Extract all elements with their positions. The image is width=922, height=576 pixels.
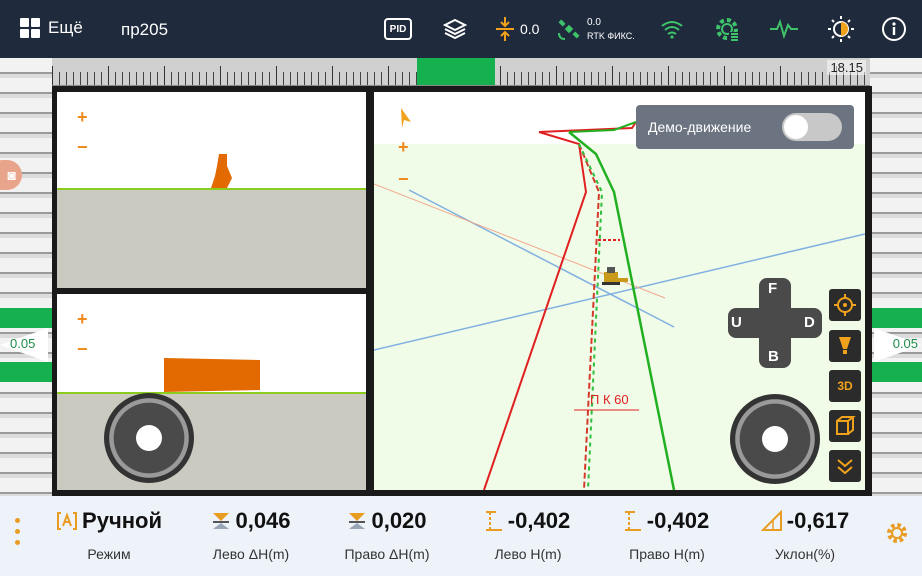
slope-label: Уклон(%) bbox=[774, 546, 836, 562]
more-menu-label: Ещё bbox=[48, 18, 83, 37]
right-joystick[interactable] bbox=[730, 394, 820, 484]
wifi-icon[interactable] bbox=[659, 14, 685, 44]
right-blade-indicator: 0.05 bbox=[870, 308, 922, 382]
dpad-back-button[interactable]: B bbox=[768, 348, 779, 365]
stat-right-dh: 0,020 Право ΔH(m) bbox=[332, 506, 442, 562]
right-h-value: -0,402 bbox=[646, 508, 710, 533]
ruler-value: 18.15 bbox=[827, 60, 866, 75]
mode-label: Режим bbox=[87, 546, 131, 562]
demo-motion-switch[interactable] bbox=[782, 113, 842, 141]
joystick-knob[interactable] bbox=[762, 426, 788, 452]
zoom-in-button[interactable]: + bbox=[77, 108, 88, 126]
light-beam-icon[interactable] bbox=[829, 330, 861, 362]
left-scale-green-upper bbox=[0, 308, 52, 328]
right-delta-height-icon bbox=[347, 511, 367, 531]
grid-menu-icon bbox=[20, 18, 40, 38]
right-height-icon bbox=[624, 510, 643, 532]
right-h-label: Право H(m) bbox=[629, 546, 705, 562]
left-h-label: Лево H(m) bbox=[494, 546, 562, 562]
demo-motion-toggle[interactable]: Демо-движение bbox=[636, 105, 854, 149]
satellite-icon[interactable] bbox=[556, 14, 582, 44]
blade-front-shape bbox=[164, 358, 260, 392]
left-dh-value: 0,046 bbox=[235, 508, 291, 533]
stat-left-dh: 0,046 Лево ΔH(m) bbox=[196, 506, 306, 562]
dpad-up-button[interactable]: U bbox=[731, 314, 742, 331]
more-menu-button[interactable]: Ещё bbox=[20, 18, 83, 38]
project-name[interactable]: пр205 bbox=[121, 20, 168, 40]
stat-slope: -0,617 Уклон(%) bbox=[750, 506, 860, 562]
signal-pulse-icon[interactable] bbox=[769, 14, 799, 44]
locate-target-icon[interactable] bbox=[829, 289, 861, 321]
pid-button[interactable]: PID bbox=[384, 18, 412, 40]
camera-dpad[interactable]: F B U D bbox=[728, 278, 822, 368]
left-blade-scale: 0.05 bbox=[0, 58, 52, 496]
mode-value: Ручной bbox=[82, 508, 162, 533]
zoom-in-button[interactable]: + bbox=[398, 138, 409, 156]
collapse-down-icon[interactable] bbox=[829, 450, 861, 482]
right-dh-label: Право ΔH(m) bbox=[344, 546, 430, 562]
zoom-in-button[interactable]: + bbox=[77, 310, 88, 328]
station-label: П К 60 bbox=[590, 392, 629, 407]
gnss-value: 0.0 bbox=[587, 17, 601, 28]
zoom-out-button[interactable]: − bbox=[398, 170, 409, 188]
top-bar: Ещё пр205 PID 0.0 0.0 RTK ФИКС. bbox=[0, 0, 922, 58]
left-blade-indicator: 0.05 bbox=[0, 308, 52, 382]
dpad-forward-button[interactable]: F bbox=[768, 280, 777, 297]
right-dh-value: 0,020 bbox=[371, 508, 427, 533]
status-bar: Ручной Режим 0,046 Лево ΔH(m) 0,020 Прав… bbox=[0, 496, 922, 576]
side-view-panel[interactable]: + − bbox=[57, 92, 366, 288]
stat-left-h: -0,402 Лево H(m) bbox=[472, 506, 584, 562]
joystick-knob[interactable] bbox=[136, 425, 162, 451]
left-scale-green-lower bbox=[0, 362, 52, 382]
3d-view-panel[interactable]: + − П К 60 Демо-движение F B U D 3D bbox=[374, 92, 865, 490]
left-scale-value: 0.05 bbox=[10, 336, 36, 351]
left-dh-label: Лево ΔH(m) bbox=[212, 546, 290, 562]
left-joystick[interactable] bbox=[104, 393, 194, 483]
info-icon[interactable] bbox=[880, 14, 908, 44]
left-delta-height-icon bbox=[211, 511, 231, 531]
stat-right-h: -0,402 Право H(m) bbox=[611, 506, 723, 562]
front-view-panel[interactable]: + − bbox=[57, 294, 366, 490]
dpad-down-button[interactable]: D bbox=[804, 314, 815, 331]
left-height-icon bbox=[485, 510, 504, 532]
right-scale-value: 0.05 bbox=[892, 336, 918, 351]
blade-side-shape bbox=[211, 154, 232, 188]
height-offset-icon[interactable] bbox=[494, 14, 516, 44]
height-offset-value: 0.0 bbox=[520, 21, 540, 37]
right-scale-green-upper bbox=[870, 308, 922, 328]
gnss-status: RTK ФИКС. bbox=[587, 31, 635, 41]
right-blade-scale: 0.05 bbox=[870, 58, 922, 496]
brightness-icon[interactable] bbox=[826, 14, 856, 44]
zoom-out-button[interactable]: − bbox=[77, 138, 88, 156]
more-options-icon[interactable] bbox=[15, 518, 23, 551]
stat-mode[interactable]: Ручной Режим bbox=[50, 506, 168, 562]
3d-view-button[interactable]: 3D bbox=[829, 370, 861, 402]
right-scale-green-lower bbox=[870, 362, 922, 382]
left-h-value: -0,402 bbox=[507, 508, 571, 533]
slope-value: -0,617 bbox=[786, 508, 850, 533]
auto-mode-icon bbox=[56, 511, 78, 531]
demo-motion-label: Демо-движение bbox=[648, 119, 752, 135]
slope-icon bbox=[760, 510, 783, 532]
ruler-on-grade-zone bbox=[417, 58, 495, 85]
ground-profile bbox=[57, 188, 366, 288]
settings-gear-icon[interactable] bbox=[884, 520, 910, 553]
machine-settings-icon[interactable] bbox=[713, 14, 741, 44]
zoom-out-button[interactable]: − bbox=[77, 340, 88, 358]
layers-icon[interactable] bbox=[442, 14, 468, 44]
cube-view-icon[interactable] bbox=[829, 410, 861, 442]
horizontal-guidance-ruler: 18.15 bbox=[52, 58, 872, 86]
